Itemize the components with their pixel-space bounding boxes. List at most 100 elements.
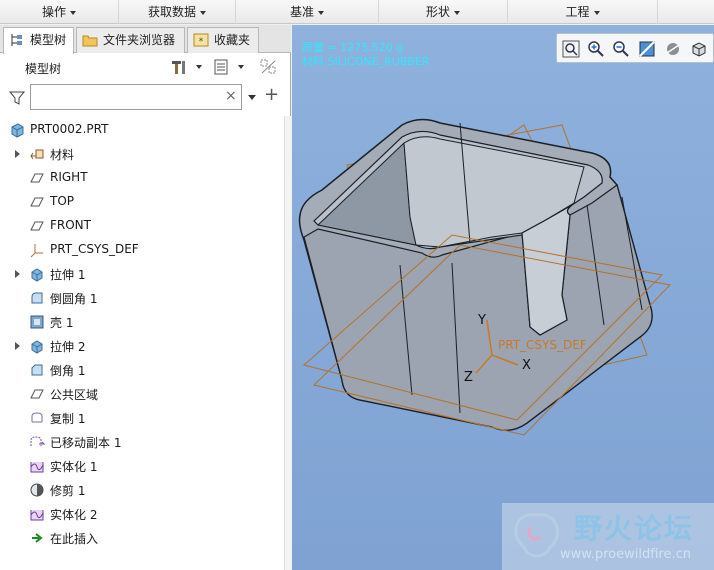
tree-item[interactable]: TOP — [0, 190, 284, 214]
menu-label: 操作 — [41, 5, 66, 19]
tree-item[interactable]: 倒角 1 — [0, 358, 284, 382]
tree-item[interactable]: 材料 — [0, 142, 284, 166]
filter-icon[interactable] — [9, 90, 25, 106]
shell-icon — [30, 315, 44, 329]
tree-search-input[interactable] — [30, 84, 242, 110]
mass-info: 质量 = 1275.520 g 材料 SILICONE_RUBBER — [302, 41, 430, 69]
menu-bar: 操作 获取数据 基准 形状 工程 — [0, 0, 714, 24]
display-style-icon[interactable] — [689, 39, 709, 59]
tree-item[interactable]: 壳 1 — [0, 310, 284, 334]
watermark-url: www.proewildfire.cn — [560, 547, 691, 562]
mass-info-line: 质量 = 1275.520 g — [302, 41, 404, 54]
tree-item[interactable]: 复制 1 — [0, 406, 284, 430]
tree-item-label: 倒圆角 1 — [50, 292, 98, 306]
search-dropdown-icon[interactable] — [248, 95, 256, 100]
tree-item[interactable]: 实体化 1 — [0, 454, 284, 478]
axis-y-label: Y — [478, 313, 486, 328]
menu-operations[interactable]: 操作 — [0, 0, 119, 24]
tree-item-label: PRT0002.PRT — [30, 122, 109, 136]
csys-label: PRT_CSYS_DEF — [498, 338, 587, 352]
datum-plane-icon — [30, 173, 44, 183]
part-icon — [11, 123, 24, 138]
navigator-tabs: 模型树 文件夹浏览器 * 收藏夹 — [0, 25, 291, 54]
tree-filter-settings-icon[interactable] — [258, 58, 280, 76]
show-dropdown-icon[interactable] — [238, 65, 244, 69]
menu-shapes[interactable]: 形状 — [379, 0, 508, 24]
tree-item[interactable]: FRONT — [0, 214, 284, 238]
tree-item-label: PRT_CSYS_DEF — [50, 242, 139, 256]
tree-item[interactable]: 拉伸 2 — [0, 334, 284, 358]
tab-label: 收藏夹 — [214, 33, 251, 47]
tree-item-label: 拉伸 2 — [50, 340, 86, 354]
menu-label: 形状 — [425, 5, 450, 19]
tree-title: 模型树 — [25, 62, 62, 76]
model-tree: PRT0002.PRT 材料 RIGHT TOP FRONT PRT_CSYS_DEF 拉… — [0, 116, 284, 570]
datum-plane-icon — [30, 221, 44, 231]
material-icon — [30, 149, 44, 160]
tree-item[interactable]: 已移动副本 1 — [0, 430, 284, 454]
favorites-icon: * — [193, 33, 209, 47]
filter-row: × + — [0, 82, 291, 112]
graphics-viewport[interactable]: 质量 = 1275.520 g 材料 SILICONE_RUBBER PRT_C… — [292, 25, 714, 570]
tab-folder-browser[interactable]: 文件夹浏览器 — [76, 27, 185, 53]
menu-label: 工程 — [565, 5, 590, 19]
zoom-out-icon[interactable] — [611, 39, 631, 59]
model-body — [298, 118, 653, 431]
tree-item[interactable]: 实体化 2 — [0, 502, 284, 526]
menu-get-data[interactable]: 获取数据 — [119, 0, 236, 24]
navigator-panel: 模型树 文件夹浏览器 * 收藏夹 模型树 × + PRT0002.PRT 材料 R… — [0, 25, 291, 570]
tools-icon[interactable] — [170, 58, 190, 76]
datum-plane-icon — [30, 389, 44, 399]
moved-copy-icon — [30, 436, 45, 446]
clear-search-icon[interactable]: × — [225, 88, 237, 104]
expand-arrow-icon[interactable] — [15, 342, 20, 350]
tree-item-root[interactable]: PRT0002.PRT — [0, 118, 284, 142]
watermark-title: 野火论坛 — [574, 512, 695, 545]
zoom-in-icon[interactable] — [586, 39, 606, 59]
tree-item[interactable]: 修剪 1 — [0, 478, 284, 502]
tools-dropdown-icon[interactable] — [196, 65, 202, 69]
spin-center-icon[interactable] — [663, 39, 683, 59]
round-icon — [31, 292, 43, 304]
tree-item-label: 复制 1 — [50, 412, 86, 426]
tree-item[interactable]: 公共区域 — [0, 382, 284, 406]
tree-item-label: 修剪 1 — [50, 484, 86, 498]
tab-label: 模型树 — [30, 33, 67, 47]
caret-down-icon — [454, 10, 460, 15]
insert-here-icon — [32, 533, 43, 543]
tab-favorites[interactable]: * 收藏夹 — [187, 27, 259, 53]
tree-item-label: 实体化 1 — [50, 460, 98, 474]
tree-scrollbar[interactable] — [284, 116, 291, 570]
tree-item[interactable]: 在此插入 — [0, 526, 284, 550]
show-list-icon[interactable] — [212, 58, 232, 76]
expand-arrow-icon[interactable] — [15, 270, 20, 278]
menu-engineering[interactable]: 工程 — [508, 0, 658, 24]
tree-item-label: 倒角 1 — [50, 364, 86, 378]
tab-model-tree[interactable]: 模型树 — [3, 27, 74, 54]
tree-item-label: 拉伸 1 — [50, 268, 86, 282]
model-view — [298, 118, 672, 436]
menu-datum[interactable]: 基准 — [236, 0, 379, 24]
copy-icon — [31, 412, 43, 423]
chamfer-icon — [31, 364, 43, 376]
datum-plane-icon — [30, 197, 44, 207]
zoom-to-fit-icon[interactable] — [561, 39, 581, 59]
caret-down-icon — [70, 10, 76, 15]
tree-item[interactable]: 倒圆角 1 — [0, 286, 284, 310]
model-tree-icon — [11, 34, 22, 46]
caret-down-icon — [593, 10, 600, 15]
tree-item[interactable]: PRT_CSYS_DEF — [0, 238, 284, 262]
caret-down-icon — [318, 10, 324, 15]
tree-item[interactable]: 拉伸 1 — [0, 262, 284, 286]
repaint-icon[interactable] — [637, 39, 657, 59]
tree-item-label: 实体化 2 — [50, 508, 98, 522]
material-info-line: 材料 SILICONE_RUBBER — [302, 55, 430, 68]
graphics-toolbar — [556, 33, 714, 63]
tree-item-label: RIGHT — [50, 170, 88, 184]
tree-item-label: 壳 1 — [50, 316, 74, 330]
watermark: 野火论坛 www.proewildfire.cn — [502, 503, 714, 570]
extrude-icon — [31, 268, 43, 282]
tree-item[interactable]: RIGHT — [0, 166, 284, 190]
expand-arrow-icon[interactable] — [15, 150, 20, 158]
add-filter-icon[interactable]: + — [264, 84, 279, 105]
